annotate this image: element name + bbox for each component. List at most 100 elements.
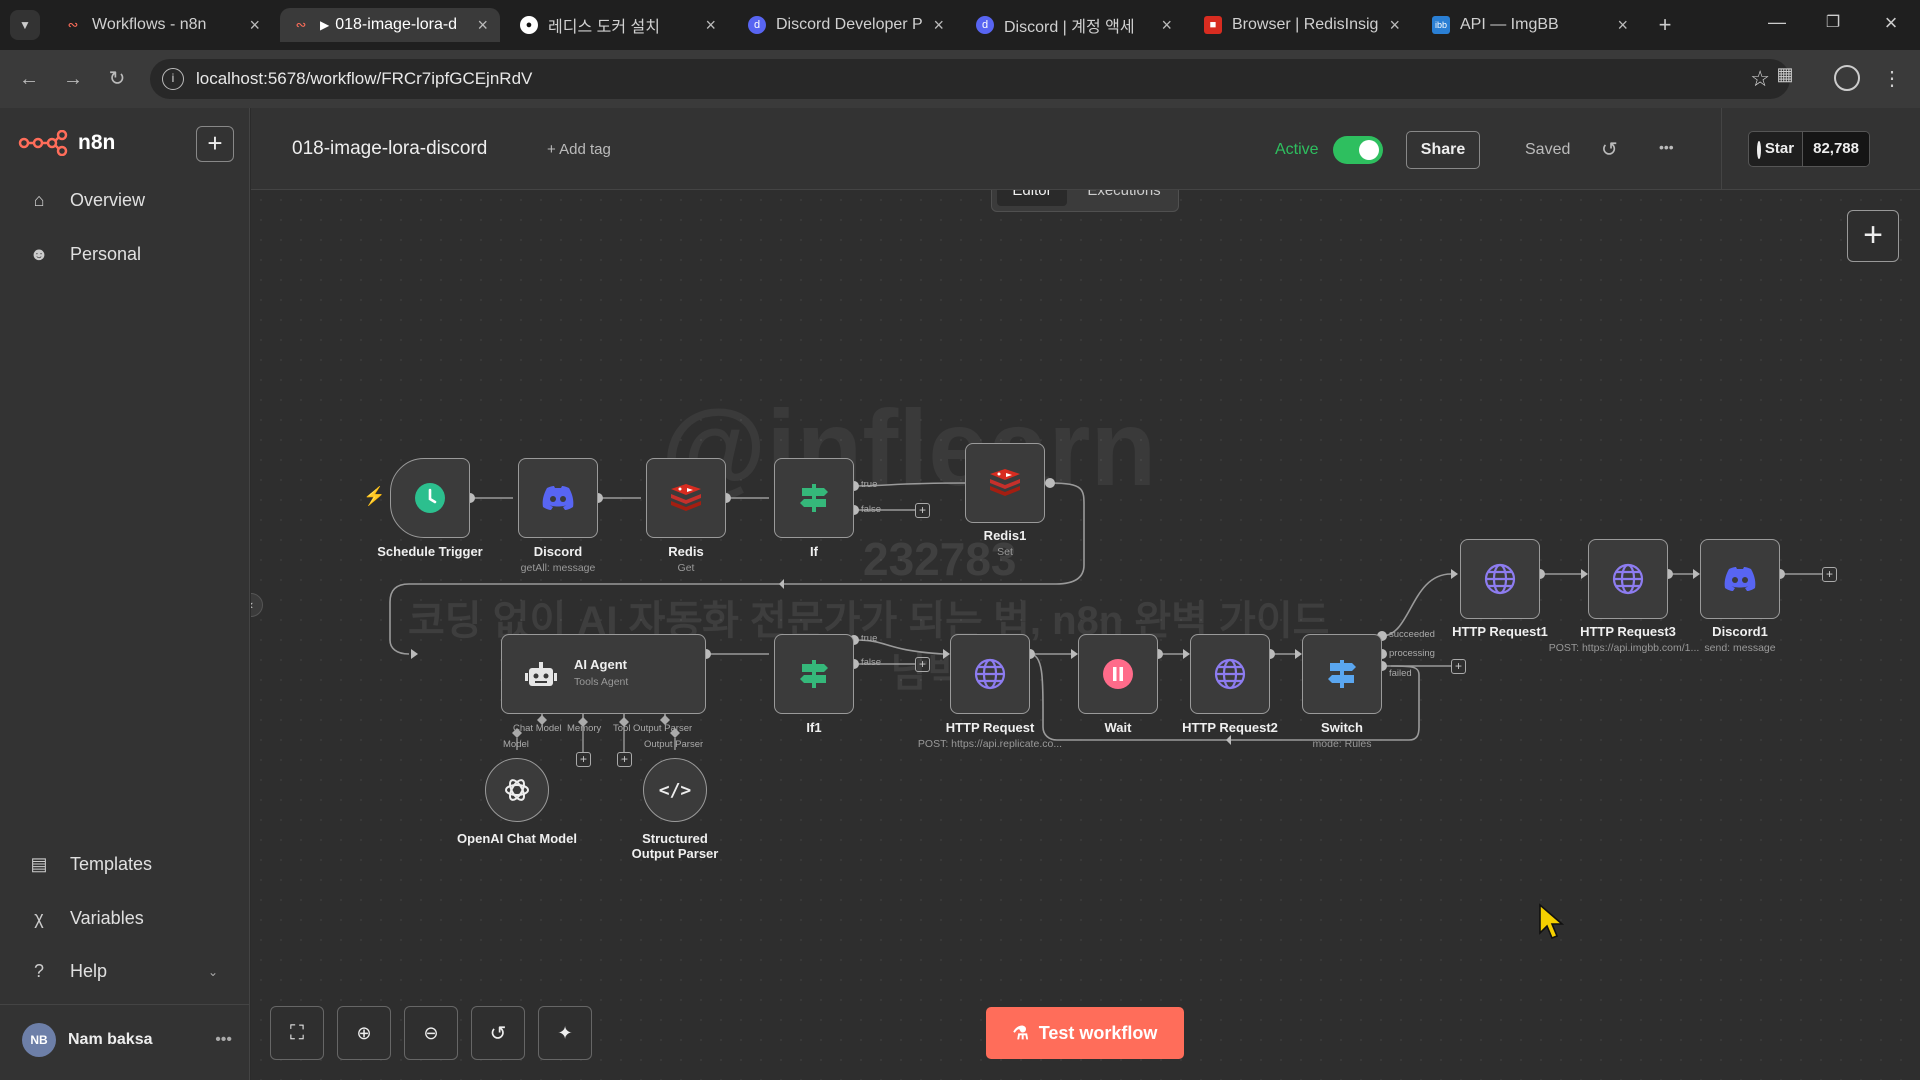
- node-label: Redis1: [983, 528, 1027, 543]
- site-info-icon[interactable]: i: [162, 68, 184, 90]
- workflow-name[interactable]: 018-image-lora-discord: [292, 138, 487, 160]
- workflow-canvas[interactable]: Editor Executions ‹ + @inflearn 232783 코…: [251, 190, 1920, 1080]
- add-connection-icon[interactable]: +: [1451, 659, 1466, 674]
- port-label-output-parser: Output Parser: [633, 723, 693, 734]
- bookmark-star-icon[interactable]: ☆: [1750, 66, 1770, 92]
- history-icon[interactable]: ↺: [1601, 137, 1618, 162]
- templates-icon: ▤: [30, 854, 48, 874]
- node-ai-agent[interactable]: AI Agent Tools Agent: [501, 634, 706, 714]
- tab-list-dropdown[interactable]: ▼: [10, 10, 40, 40]
- new-tab-button[interactable]: +: [1650, 10, 1680, 40]
- pause-icon: [1103, 659, 1133, 689]
- add-tool-icon[interactable]: +: [617, 752, 632, 767]
- discord-icon: [1724, 567, 1756, 591]
- node-openai-chat-model[interactable]: [485, 758, 549, 822]
- node-http-request3[interactable]: [1588, 539, 1668, 619]
- close-tab-icon[interactable]: ×: [1617, 15, 1628, 36]
- node-if[interactable]: [774, 458, 854, 538]
- node-http-request[interactable]: [950, 634, 1030, 714]
- port-label-model: Model: [503, 739, 529, 750]
- workflow-menu-icon[interactable]: •••: [1659, 139, 1674, 155]
- node-switch[interactable]: [1302, 634, 1382, 714]
- test-workflow-button[interactable]: ⚗ Test workflow: [986, 1007, 1184, 1059]
- redis-icon: ■: [1204, 16, 1222, 34]
- active-toggle[interactable]: [1333, 136, 1383, 164]
- close-tab-icon[interactable]: ×: [1389, 15, 1400, 36]
- close-tab-icon[interactable]: ×: [705, 15, 716, 36]
- tab-title: 018-image-lora-d: [335, 16, 458, 33]
- browser-menu-icon[interactable]: ⋮: [1882, 64, 1902, 94]
- close-tab-icon[interactable]: ×: [933, 15, 944, 36]
- node-http-request1[interactable]: [1460, 539, 1540, 619]
- url-field[interactable]: i localhost:5678/workflow/FRCr7ipfGCEjnR…: [150, 59, 1790, 99]
- restore-icon[interactable]: ❐: [1818, 12, 1848, 38]
- sidebar-item-templates[interactable]: ▤ Templates: [28, 854, 152, 875]
- node-subtitle: getAll: message: [520, 562, 596, 574]
- add-connection-icon[interactable]: +: [915, 657, 930, 672]
- close-tab-icon[interactable]: ×: [249, 15, 260, 36]
- tidy-up-button[interactable]: ✦: [538, 1006, 592, 1060]
- node-redis1[interactable]: [965, 443, 1045, 523]
- zoom-out-button[interactable]: ⊖: [404, 1006, 458, 1060]
- tab-title: Discord Developer P: [776, 16, 923, 33]
- node-label: HTTP Request1: [1452, 624, 1548, 639]
- browser-tab[interactable]: ■ Browser | RedisInsig ×: [1192, 8, 1412, 42]
- node-label: HTTP Request: [945, 720, 1035, 735]
- fit-view-button[interactable]: ⛶: [270, 1006, 324, 1060]
- browser-tab[interactable]: ∾ Workflows - n8n ×: [52, 8, 272, 42]
- minimize-icon[interactable]: —: [1762, 12, 1792, 38]
- port-label-false: false: [861, 657, 882, 668]
- browser-tab[interactable]: ibb API — ImgBB ×: [1420, 8, 1640, 42]
- node-discord1[interactable]: [1700, 539, 1780, 619]
- node-label: HTTP Request2: [1182, 720, 1278, 735]
- node-subtitle: POST: https://api.imgbb.com/1...: [1548, 642, 1700, 654]
- back-icon[interactable]: ←: [14, 64, 44, 94]
- extensions-icon[interactable]: ▦: [1770, 64, 1800, 94]
- browser-tab[interactable]: ● 레디스 도커 설치 ×: [508, 8, 728, 42]
- node-http-request2[interactable]: [1190, 634, 1270, 714]
- node-if1[interactable]: [774, 634, 854, 714]
- add-connection-icon[interactable]: +: [915, 503, 930, 518]
- add-tag-button[interactable]: + Add tag: [547, 141, 611, 158]
- node-label: Redis: [668, 544, 704, 559]
- sidebar-item-overview[interactable]: ⌂ Overview: [28, 190, 145, 211]
- close-window-icon[interactable]: ×: [1876, 10, 1906, 36]
- user-menu[interactable]: NB Nam baksa •••: [22, 1022, 232, 1058]
- node-schedule-trigger[interactable]: [390, 458, 470, 538]
- github-star-button[interactable]: Star 82,788: [1748, 131, 1870, 167]
- reset-zoom-button[interactable]: ↺: [471, 1006, 525, 1060]
- tidy-up-icon: ✦: [557, 1022, 573, 1043]
- sidebar-item-variables[interactable]: χ Variables: [28, 908, 143, 929]
- close-tab-icon[interactable]: ×: [1161, 15, 1172, 36]
- add-memory-icon[interactable]: +: [576, 752, 591, 767]
- sidebar-item-personal[interactable]: ☻ Personal: [28, 244, 142, 265]
- globe-icon: [1214, 658, 1246, 690]
- node-label: HTTP Request3: [1580, 624, 1676, 639]
- share-button[interactable]: Share: [1406, 131, 1480, 169]
- forward-icon[interactable]: →: [58, 64, 88, 94]
- globe-icon: [1612, 563, 1644, 595]
- profile-icon[interactable]: [1834, 65, 1860, 91]
- browser-tab[interactable]: d Discord Developer P ×: [736, 8, 956, 42]
- node-wait[interactable]: [1078, 634, 1158, 714]
- clock-icon: [415, 483, 445, 513]
- n8n-logo[interactable]: n8n: [18, 130, 115, 156]
- node-discord[interactable]: [518, 458, 598, 538]
- reload-icon[interactable]: ↻: [102, 64, 132, 94]
- more-icon[interactable]: •••: [215, 1031, 232, 1049]
- create-button[interactable]: +: [196, 126, 234, 162]
- node-structured-output-parser[interactable]: </>: [643, 758, 707, 822]
- node-redis[interactable]: [646, 458, 726, 538]
- if-icon: [800, 660, 828, 688]
- discord-icon: d: [748, 16, 766, 34]
- discord-icon: d: [976, 16, 994, 34]
- sidebar-item-help[interactable]: ? Help ⌄: [28, 961, 218, 982]
- add-connection-icon[interactable]: +: [1822, 567, 1837, 582]
- openai-icon: [505, 779, 529, 801]
- zoom-in-button[interactable]: ⊕: [337, 1006, 391, 1060]
- browser-tab-active[interactable]: ∾ ▶ 018-image-lora-d ×: [280, 8, 500, 42]
- browser-tab[interactable]: d Discord | 계정 액세 ×: [964, 8, 1184, 42]
- close-tab-icon[interactable]: ×: [477, 15, 488, 36]
- node-label: If: [810, 544, 818, 559]
- node-label: Wait: [1104, 720, 1132, 735]
